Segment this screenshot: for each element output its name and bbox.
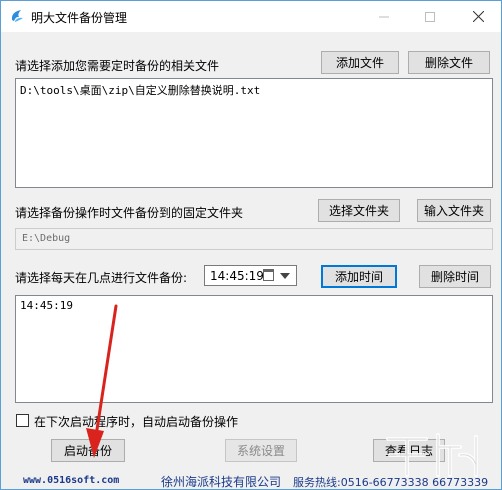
app-logo-icon (11, 10, 23, 22)
add-file-button[interactable]: 添加文件 (321, 51, 399, 74)
calendar-icon (263, 269, 274, 281)
time-list[interactable]: 14:45:19 (15, 295, 493, 403)
folder-label: 请选择备份操作时文件备份到的固定文件夹 (15, 206, 244, 220)
watermark-logo-icon (386, 433, 478, 477)
dropdown-arrow-icon[interactable] (280, 273, 290, 279)
time-label: 请选择每天在几点进行文件备份: (15, 271, 188, 285)
autostart-label: 在下次启动程序时，自动启动备份操作 (34, 415, 239, 429)
app-window: 明大文件备份管理 请选择添加您需要定时备份的相关文件 添加文件 删除文件 D:\… (0, 0, 502, 490)
footer-url-link[interactable]: www.0516soft.com (23, 475, 119, 486)
delete-file-button[interactable]: 删除文件 (408, 51, 490, 74)
start-backup-button[interactable]: 启动备份 (51, 439, 125, 462)
list-item[interactable]: D:\tools\桌面\zip\自定义删除替换说明.txt (20, 82, 488, 98)
autostart-checkbox[interactable] (16, 414, 29, 427)
title-bar: 明大文件备份管理 (1, 1, 501, 32)
footer-company: 徐州海派科技有限公司 (161, 475, 282, 489)
files-label: 请选择添加您需要定时备份的相关文件 (15, 59, 220, 73)
window-title: 明大文件备份管理 (31, 11, 128, 25)
delete-time-button[interactable]: 删除时间 (419, 265, 491, 288)
file-list[interactable]: D:\tools\桌面\zip\自定义删除替换说明.txt (15, 78, 493, 188)
close-icon[interactable] (455, 1, 501, 32)
select-folder-button[interactable]: 选择文件夹 (318, 199, 400, 222)
list-item[interactable]: 14:45:19 (20, 299, 488, 312)
input-folder-button[interactable]: 输入文件夹 (417, 199, 491, 222)
time-value: 14:45:19 (210, 268, 264, 283)
minimize-icon[interactable] (361, 1, 407, 32)
maximize-icon[interactable] (407, 1, 453, 32)
time-picker[interactable]: 14:45:19 (204, 265, 297, 286)
add-time-button[interactable]: 添加时间 (321, 265, 397, 288)
system-settings-button[interactable]: 系统设置 (225, 439, 297, 462)
backup-folder-path: E:\Debug (15, 228, 493, 250)
